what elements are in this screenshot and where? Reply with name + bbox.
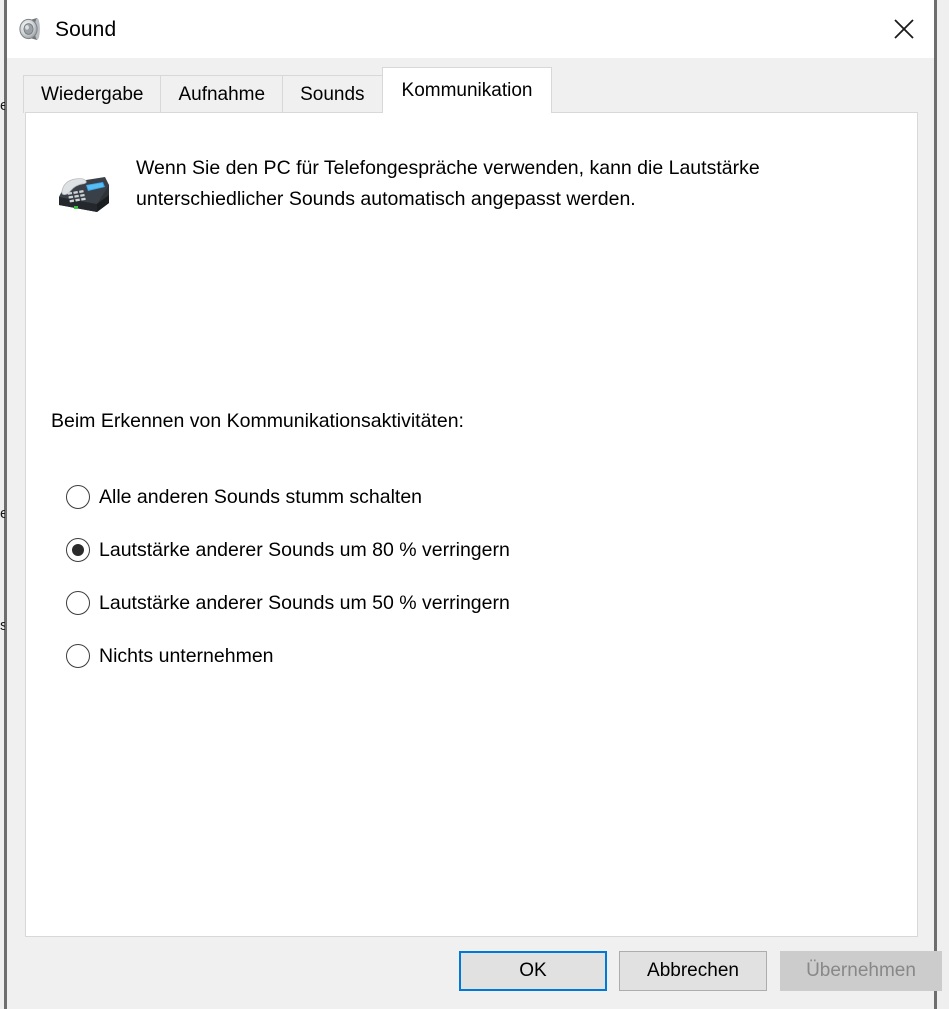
tab-panel-kommunikation: Wenn Sie den PC für Telefongespräche ver… [25, 112, 918, 937]
radio-option-mute-all[interactable]: Alle anderen Sounds stumm schalten [66, 483, 897, 511]
radio-icon[interactable] [66, 644, 90, 668]
close-icon[interactable] [874, 0, 934, 58]
cancel-button[interactable]: Abbrechen [619, 951, 767, 991]
dialog-titlebar: Sound [7, 0, 934, 58]
tab-aufnahme[interactable]: Aufnahme [160, 75, 284, 113]
background-window-text-fragment: e [0, 505, 5, 522]
background-window-text-fragment: s [0, 617, 5, 634]
radio-icon[interactable] [66, 485, 90, 509]
radio-icon-selected[interactable] [66, 538, 90, 562]
tab-label: Wiedergabe [41, 83, 144, 105]
background-window-right-edge [934, 0, 937, 1009]
radio-option-label: Nichts unternehmen [99, 644, 274, 667]
panel-description: Wenn Sie den PC für Telefongespräche ver… [136, 157, 760, 210]
radio-option-reduce-80[interactable]: Lautstärke anderer Sounds um 80 % verrin… [66, 536, 897, 564]
tab-kommunikation[interactable]: Kommunikation [381, 67, 553, 113]
radio-option-reduce-50[interactable]: Lautstärke anderer Sounds um 50 % verrin… [66, 589, 897, 617]
panel-header: Wenn Sie den PC für Telefongespräche ver… [53, 153, 887, 217]
dialog-footer: OK Abbrechen Übernehmen [7, 937, 942, 1009]
section-label: Beim Erkennen von Kommunikationsaktivitä… [51, 410, 464, 432]
speaker-icon [17, 16, 43, 42]
background-window-text-fragment: e [0, 97, 5, 114]
tab-label: Sounds [300, 83, 365, 105]
radio-option-label: Lautstärke anderer Sounds um 50 % verrin… [99, 591, 510, 614]
radio-option-label: Lautstärke anderer Sounds um 80 % verrin… [99, 538, 510, 561]
desktop-right-strip [945, 0, 949, 1009]
apply-button: Übernehmen [780, 951, 942, 991]
telephone-icon [53, 161, 115, 217]
tab-sounds[interactable]: Sounds [282, 75, 383, 113]
tabstrip: Wiedergabe Aufnahme Sounds Kommunikation [7, 58, 934, 113]
tab-label: Aufnahme [178, 83, 266, 105]
ok-button[interactable]: OK [459, 951, 607, 991]
tab-wiedergabe[interactable]: Wiedergabe [23, 75, 162, 113]
radio-icon[interactable] [66, 591, 90, 615]
communication-options-group: Alle anderen Sounds stumm schalten Lauts… [66, 483, 897, 695]
window-title: Sound [55, 17, 117, 41]
radio-option-do-nothing[interactable]: Nichts unternehmen [66, 642, 897, 670]
radio-option-label: Alle anderen Sounds stumm schalten [99, 485, 423, 508]
tab-label: Kommunikation [401, 79, 533, 101]
sound-dialog: Sound Wiedergabe Aufnahme Sounds Kommuni… [7, 0, 942, 1009]
